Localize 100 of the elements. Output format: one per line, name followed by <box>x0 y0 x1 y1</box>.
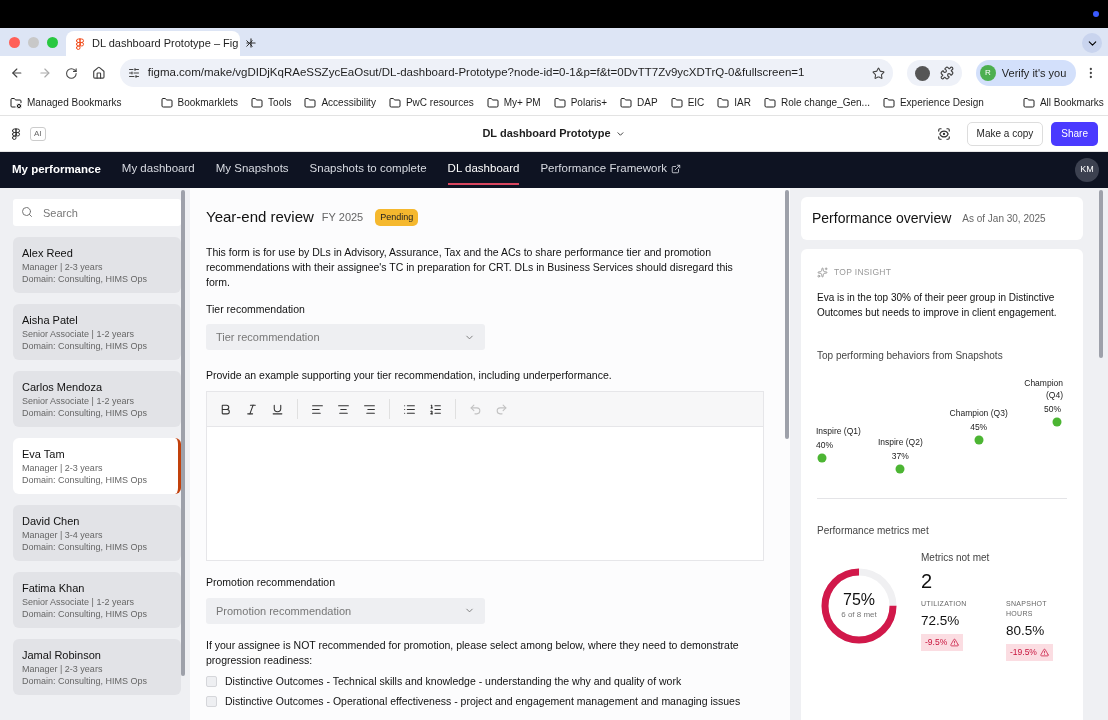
person-card[interactable]: Alex Reed Manager | 2-3 years Domain: Consulting, HIMS Ops <box>13 237 181 293</box>
form-title: Year-end review <box>206 207 314 227</box>
folder-icon <box>882 96 895 109</box>
nav-link[interactable]: Snapshots to complete <box>309 155 427 185</box>
field-label: Provide an example supporting your tier recommendation, including underperformance. <box>206 368 613 384</box>
data-point <box>895 464 905 474</box>
person-domain: Domain: Consulting, HIMS Ops <box>22 273 149 285</box>
align-center-icon[interactable] <box>337 402 350 416</box>
user-avatar[interactable]: KM <box>1075 158 1099 182</box>
person-domain: Domain: Consulting, HIMS Ops <box>22 340 149 352</box>
scrollbar[interactable] <box>785 190 789 439</box>
person-card[interactable]: Eva Tam Manager | 2-3 years Domain: Consulting, HIMS Ops <box>13 438 181 494</box>
file-title-button[interactable]: DL dashboard Prototype <box>482 125 626 142</box>
align-right-icon[interactable] <box>363 402 376 416</box>
bookmark-folder[interactable]: All Bookmarks <box>1022 95 1104 110</box>
person-name: Eva Tam <box>22 447 66 462</box>
bookmark-folder[interactable]: DAP <box>620 95 658 110</box>
behavior-label: Champion (Q3) <box>949 406 1008 419</box>
bookmark-folder[interactable]: IAR <box>717 95 751 110</box>
nav-link[interactable]: My Snapshots <box>215 155 289 185</box>
site-info-icon[interactable] <box>127 67 140 79</box>
share-button[interactable]: Share <box>1051 121 1098 146</box>
person-role: Manager | 2-3 years <box>22 462 104 474</box>
underline-icon[interactable] <box>271 402 284 416</box>
person-card[interactable]: Carlos Mendoza Senior Associate | 1-2 years Domain: Consulting, HIMS Ops <box>13 371 181 427</box>
person-role: Manager | 2-3 years <box>22 261 104 273</box>
delta-badge: -9.5% <box>921 634 964 651</box>
bold-icon[interactable] <box>219 402 232 416</box>
reload-icon[interactable] <box>65 66 79 80</box>
behavior-label: Champion (Q4) <box>1023 376 1063 401</box>
bookmark-folder[interactable]: My+ PM <box>486 95 541 110</box>
delta-badge: -19.5% <box>1006 644 1053 661</box>
nav-link[interactable]: DL dashboard <box>447 155 520 185</box>
behavior-label: Inspire (Q1) <box>816 424 861 437</box>
inspect-icon[interactable] <box>936 126 951 141</box>
behavior-label: Inspire (Q2) <box>877 435 923 448</box>
bookmark-folder[interactable]: Managed Bookmarks <box>10 95 122 110</box>
folder-icon <box>717 96 730 109</box>
italic-icon[interactable] <box>245 402 258 416</box>
person-role: Senior Associate | 1-2 years <box>22 395 135 407</box>
search-icon <box>21 206 33 218</box>
bookmark-folder[interactable]: Polaris+ <box>553 95 608 110</box>
person-card[interactable]: Aisha Patel Senior Associate | 1-2 years Domain: Consulting, HIMS Ops <box>13 304 181 360</box>
insight-label: TOP INSIGHT <box>834 266 892 279</box>
extensions-icon[interactable] <box>939 66 954 80</box>
folder-icon <box>553 96 566 109</box>
checkbox[interactable] <box>206 695 217 707</box>
person-name: Alex Reed <box>22 246 74 261</box>
readiness-question: If your assignee is NOT recommended for promotion, please select among below, where they need to demonstrate progression readiness: <box>206 637 740 668</box>
align-left-icon[interactable] <box>311 402 324 416</box>
bookmark-folder[interactable]: Bookmarklets <box>160 95 239 110</box>
numbered-list-icon[interactable] <box>429 402 442 416</box>
bookmark-folder[interactable]: Tools <box>251 95 292 110</box>
behavior-value: 45% <box>970 420 988 433</box>
checkbox-label: Distinctive Outcomes - Operational effectiveness - project and engagement management and managing issues <box>225 693 741 709</box>
back-icon[interactable] <box>10 66 24 80</box>
data-point <box>1052 417 1062 427</box>
person-role: Manager | 2-3 years <box>22 663 104 675</box>
extension-icon[interactable] <box>914 65 930 81</box>
figma-logo-icon[interactable] <box>10 127 22 140</box>
bookmark-folder[interactable]: Accessibility <box>304 95 376 110</box>
person-name: Fatima Khan <box>22 581 86 596</box>
behavior-value: 40% <box>816 438 833 451</box>
person-card[interactable]: Fatima Khan Senior Associate | 1-2 years Domain: Consulting, HIMS Ops <box>13 572 181 628</box>
metric-value: 72.5% <box>921 611 960 630</box>
bookmark-star-icon[interactable] <box>871 66 885 80</box>
figma-logo-icon <box>74 37 86 50</box>
field-label: Tier recommendation <box>206 301 306 317</box>
dropdown-select[interactable]: Tier recommendation <box>206 324 485 351</box>
bookmark-folder[interactable]: Experience Design <box>882 95 984 110</box>
person-name: Carlos Mendoza <box>22 380 104 395</box>
nav-link[interactable]: Performance Framework <box>540 155 681 185</box>
bookmark-folder[interactable]: EIC <box>670 95 705 110</box>
overview-title: Performance overview <box>812 209 952 228</box>
make-copy-button[interactable]: Make a copy <box>966 121 1044 146</box>
bookmark-folder[interactable]: PwC resources <box>388 95 474 110</box>
nav-link[interactable]: My dashboard <box>121 155 195 185</box>
scrollbar[interactable] <box>1099 190 1103 358</box>
person-card[interactable]: Jamal Robinson Manager | 2-3 years Domain: Consulting, HIMS Ops <box>13 639 181 695</box>
person-name: Aisha Patel <box>22 313 79 328</box>
status-badge: Pending <box>375 208 419 226</box>
metric-value: 80.5% <box>1006 621 1045 640</box>
search-field[interactable]: Search <box>13 199 181 226</box>
profile-button[interactable]: R Verify it's you <box>975 60 1077 86</box>
behavior-value: 37% <box>891 449 909 462</box>
bullet-list-icon[interactable] <box>403 402 416 416</box>
address-bar[interactable]: figma.com/make/vgDIDjKqRAeSSZycEaOsut/DL-dashboard-Prototype?node-id=0-1&p=f&t=0DvTT7Zv9ycXDTrQ-0&fullscreen=1 <box>119 59 893 87</box>
home-icon[interactable] <box>92 66 106 80</box>
person-domain: Domain: Consulting, HIMS Ops <box>22 675 149 687</box>
person-card[interactable]: David Chen Manager | 3-4 years Domain: Consulting, HIMS Ops <box>13 505 181 561</box>
person-name: Jamal Robinson <box>22 648 102 663</box>
managed-folder-icon <box>10 96 22 109</box>
bookmark-folder[interactable]: Role change_Gen... <box>764 95 870 110</box>
scrollbar[interactable] <box>181 190 185 676</box>
metric-count: 2 <box>921 568 934 594</box>
dropdown-select[interactable]: Promotion recommendation <box>206 597 485 624</box>
folder-icon <box>160 96 173 109</box>
app-title[interactable]: My performance <box>12 161 101 179</box>
checkbox[interactable] <box>206 676 217 688</box>
person-role: Manager | 3-4 years <box>22 529 104 541</box>
